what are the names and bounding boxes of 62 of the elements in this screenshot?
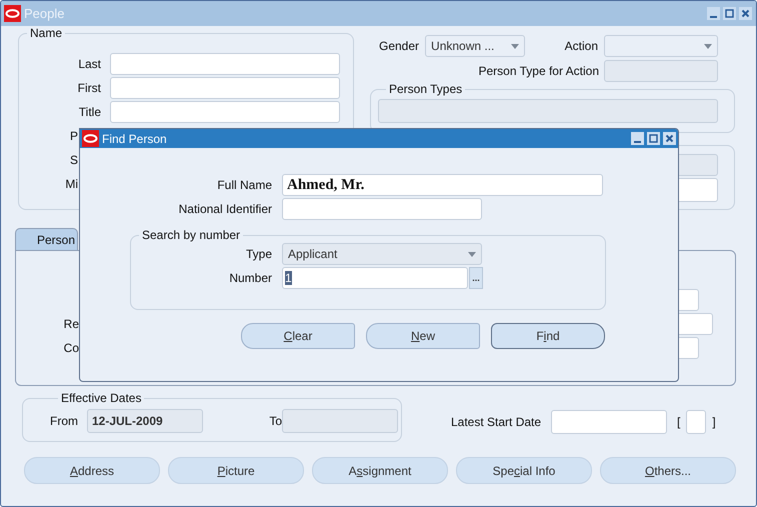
gender-select[interactable]: Unknown ...	[425, 35, 526, 57]
input-field[interactable]	[110, 101, 340, 123]
full-name-field[interactable]: Ahmed, Mr.	[282, 174, 603, 196]
action-button[interactable]: Picture	[168, 457, 304, 484]
group-title: Effective Dates	[60, 391, 142, 405]
close-button[interactable]	[739, 7, 752, 20]
national-identifier-field[interactable]	[282, 198, 482, 220]
field-label: First	[76, 80, 101, 97]
close-button[interactable]	[663, 132, 676, 145]
dialog-title: Find Person	[102, 132, 168, 146]
field-label: Title	[78, 104, 101, 121]
field-label: Action	[564, 38, 598, 55]
to-date-field[interactable]	[282, 409, 398, 433]
field-label: Number	[228, 270, 272, 287]
tab[interactable]: Person	[15, 228, 78, 250]
dialog-button[interactable]: New	[366, 323, 480, 349]
field-label: From	[50, 413, 78, 430]
action-button[interactable]: Assignment	[312, 457, 448, 484]
action-button[interactable]: Others...	[600, 457, 736, 484]
type-select[interactable]: Applicant	[282, 243, 482, 265]
logo-icon	[82, 130, 99, 147]
field-label: Type	[244, 246, 272, 263]
latest-start-date-field[interactable]	[551, 410, 668, 434]
field-label: Mi	[64, 176, 78, 193]
caret-icon	[511, 44, 520, 48]
action-button[interactable]: Address	[24, 457, 160, 484]
dialog-button[interactable]: Find	[491, 323, 605, 349]
field-label: Last	[77, 56, 101, 73]
minimize-button[interactable]	[631, 132, 644, 145]
minimize-button[interactable]	[707, 7, 720, 20]
input-field[interactable]	[378, 99, 718, 123]
field-label: To	[269, 413, 282, 430]
maximize-button[interactable]	[723, 7, 736, 20]
action-select[interactable]	[604, 35, 718, 57]
list-of-values-button[interactable]: ...	[469, 267, 483, 289]
maximize-button[interactable]	[647, 132, 660, 145]
field-label: National Identifier	[178, 201, 272, 218]
field-label: Gender	[379, 38, 420, 55]
caret-icon	[468, 252, 476, 256]
group-title: Person Types	[388, 82, 464, 96]
field-label: Person Type for Action	[478, 63, 599, 80]
field-label: Co	[62, 340, 79, 357]
logo-icon	[4, 5, 21, 22]
bracket-text: [	[677, 414, 680, 431]
input-field[interactable]	[604, 60, 718, 82]
dialog-button[interactable]: Clear	[241, 323, 355, 349]
field-label: Re	[62, 316, 79, 333]
field-label: S	[68, 152, 78, 169]
field-label: Latest Start Date	[451, 414, 542, 431]
window-title: People	[24, 6, 66, 21]
checkbox-field[interactable]	[686, 410, 706, 434]
from-date-field[interactable]: 12-JUL-2009	[87, 409, 203, 433]
caret-icon	[704, 44, 712, 48]
input-field[interactable]	[110, 77, 340, 99]
field-label: Full Name	[216, 177, 272, 194]
field-label: P	[68, 128, 78, 145]
group-title: Search by number	[141, 228, 242, 242]
bracket-text: ]	[712, 414, 716, 431]
action-button[interactable]: Special Info	[456, 457, 592, 484]
number-field[interactable]: 1	[282, 267, 468, 289]
group-title: Name	[29, 26, 64, 40]
input-field[interactable]	[110, 53, 340, 75]
